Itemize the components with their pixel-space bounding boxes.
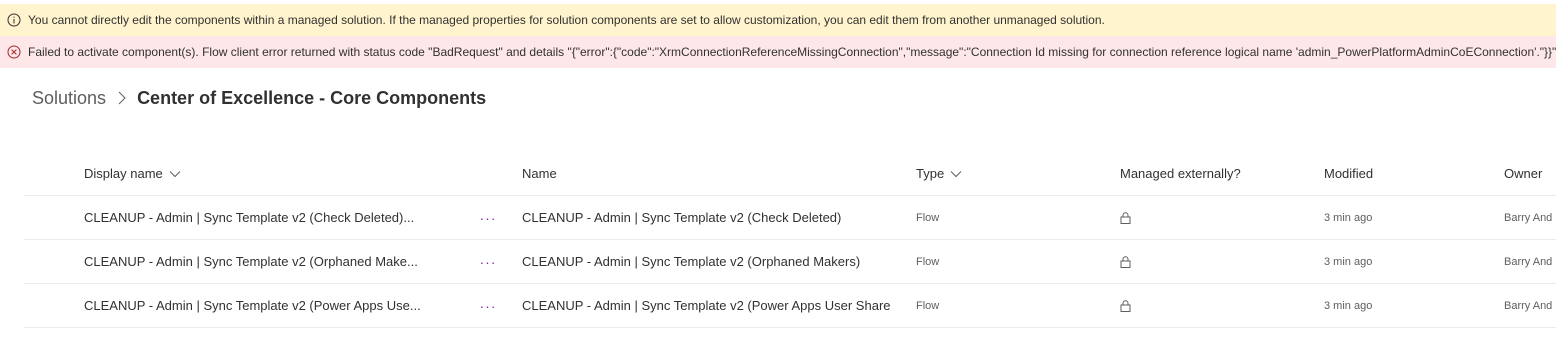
owner-cell: Barry And: [1504, 299, 1553, 312]
info-banner: You cannot directly edit the components …: [0, 4, 1556, 36]
info-banner-text: You cannot directly edit the components …: [28, 13, 1105, 27]
column-header-name[interactable]: Name: [522, 152, 912, 195]
table-row[interactable]: CLEANUP - Admin | Sync Template v2 (Orph…: [24, 240, 1556, 284]
column-header-label: Modified: [1324, 166, 1374, 181]
components-table: Display name Name Type Managed externall…: [24, 152, 1556, 328]
more-commands-button[interactable]: ···: [476, 240, 500, 283]
owner-cell: Barry And: [1504, 211, 1553, 224]
page-title: Center of Excellence - Core Components: [137, 87, 487, 108]
modified-cell: 3 min ago: [1324, 211, 1373, 224]
display-name-link[interactable]: CLEANUP - Admin | Sync Template v2 (Powe…: [84, 284, 444, 327]
info-icon: [0, 13, 28, 27]
lock-icon: [1120, 240, 1270, 283]
more-commands-button[interactable]: ···: [476, 284, 500, 327]
table-row[interactable]: CLEANUP - Admin | Sync Template v2 (Powe…: [24, 284, 1556, 328]
column-header-type[interactable]: Type: [916, 152, 1066, 195]
name-cell: CLEANUP - Admin | Sync Template v2 (Powe…: [522, 298, 891, 313]
column-header-owner[interactable]: Owner: [1504, 152, 1556, 195]
column-header-label: Display name: [84, 166, 163, 181]
modified-cell: 3 min ago: [1324, 255, 1373, 268]
type-cell: Flow: [916, 211, 940, 224]
error-circle-icon: [0, 45, 28, 59]
name-cell: CLEANUP - Admin | Sync Template v2 (Orph…: [522, 254, 861, 269]
lock-icon: [1120, 196, 1270, 239]
column-header-display-name[interactable]: Display name: [84, 152, 444, 195]
column-header-managed-externally[interactable]: Managed externally?: [1120, 152, 1270, 195]
type-cell: Flow: [916, 255, 940, 268]
error-banner: Failed to activate component(s). Flow cl…: [0, 36, 1556, 68]
column-header-label: Name: [522, 166, 557, 181]
chevron-down-icon: [169, 170, 181, 178]
error-banner-text: Failed to activate component(s). Flow cl…: [28, 45, 1556, 59]
table-header: Display name Name Type Managed externall…: [24, 152, 1556, 196]
name-cell: CLEANUP - Admin | Sync Template v2 (Chec…: [522, 210, 842, 225]
lock-icon: [1120, 284, 1270, 327]
breadcrumb-solutions-link[interactable]: Solutions: [32, 88, 106, 109]
chevron-right-icon: [118, 91, 126, 105]
column-header-label: Type: [916, 166, 945, 181]
column-header-label: Managed externally?: [1120, 166, 1241, 181]
type-cell: Flow: [916, 299, 940, 312]
owner-cell: Barry And: [1504, 255, 1553, 268]
column-header-label: Owner: [1504, 166, 1543, 181]
table-row[interactable]: CLEANUP - Admin | Sync Template v2 (Chec…: [24, 196, 1556, 240]
column-header-modified[interactable]: Modified: [1324, 152, 1474, 195]
chevron-down-icon: [950, 170, 962, 178]
more-commands-button[interactable]: ···: [476, 196, 500, 239]
display-name-link[interactable]: CLEANUP - Admin | Sync Template v2 (Chec…: [84, 196, 444, 239]
breadcrumb: Solutions Center of Excellence - Core Co…: [32, 86, 486, 110]
modified-cell: 3 min ago: [1324, 299, 1373, 312]
display-name-link[interactable]: CLEANUP - Admin | Sync Template v2 (Orph…: [84, 240, 444, 283]
